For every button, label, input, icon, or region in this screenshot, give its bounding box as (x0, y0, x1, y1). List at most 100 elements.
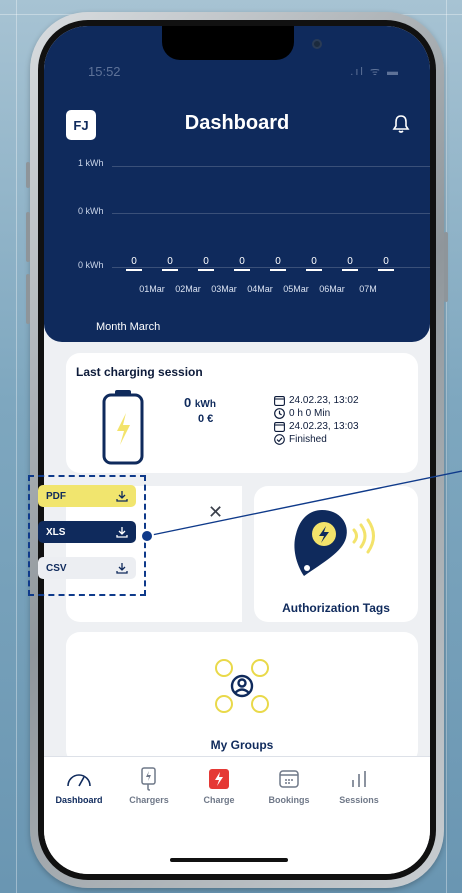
x-tick-label: 03Mar (211, 284, 237, 294)
bar (162, 269, 178, 271)
y-tick-label: 1 kWh (78, 158, 104, 168)
download-icon (116, 563, 128, 574)
start-time-row: 24.02.23, 13:02 (274, 395, 359, 406)
card-title: Last charging session (76, 365, 203, 379)
calendar-icon (274, 396, 285, 406)
bar-value-label: 0 (167, 256, 173, 267)
phone-frame: 15:52 .ıl ᯤ ▬ FJ Dashboard 1 kWh 0 kWh 0… (26, 12, 448, 888)
x-tick-label: 07M (359, 284, 377, 294)
tab-label: Charge (203, 795, 235, 805)
download-icon (116, 527, 128, 538)
bar-value-label: 0 (275, 256, 281, 267)
status-time: 15:52 (88, 64, 121, 79)
bottom-tab-bar: Dashboard Chargers Charge Bookings Sessi… (44, 756, 430, 874)
charger-icon (141, 767, 156, 791)
x-tick-label: 04Mar (247, 284, 273, 294)
button-label: XLS (46, 526, 66, 538)
bar (342, 269, 358, 271)
bar-value-label: 0 (203, 256, 209, 267)
tab-chargers[interactable]: Chargers (114, 767, 184, 805)
duration: 0 h 0 Min (289, 408, 331, 419)
export-xls-button[interactable]: XLS (38, 521, 136, 543)
grid-line (112, 267, 430, 268)
button-label: PDF (46, 490, 66, 502)
bar (378, 269, 394, 271)
my-groups-tile[interactable]: My Groups (66, 632, 418, 764)
x-tick-label: 01Mar (139, 284, 165, 294)
bar-value-label: 0 (311, 256, 317, 267)
bar-value-label: 0 (347, 256, 353, 267)
chart-month-label: Month March (96, 321, 161, 333)
camera-icon (312, 39, 322, 49)
tab-label: Bookings (268, 795, 310, 805)
tab-sessions[interactable]: Sessions (324, 767, 394, 805)
page-title: Dashboard (184, 112, 290, 134)
bar (234, 269, 250, 271)
bar-value-label: 0 (239, 256, 245, 267)
group-icon (215, 659, 269, 713)
tab-label: Dashboard (55, 795, 103, 805)
x-tick-label: 05Mar (283, 284, 309, 294)
bar-value-label: 0 (131, 256, 137, 267)
authorization-tags-tile[interactable]: Authorization Tags (254, 486, 418, 622)
export-csv-button[interactable]: CSV (38, 557, 136, 579)
tab-charge[interactable]: Charge (184, 767, 254, 805)
side-button (26, 162, 30, 188)
side-button (444, 232, 448, 302)
rfid-tag-icon (294, 510, 375, 576)
home-indicator (170, 858, 288, 862)
dashboard-header: 15:52 .ıl ᯤ ▬ FJ Dashboard 1 kWh 0 kWh 0… (44, 26, 430, 342)
y-tick-label: 0 kWh (78, 206, 104, 216)
close-icon[interactable]: ✕ (208, 502, 223, 523)
battery-icon (102, 390, 144, 465)
bar (198, 269, 214, 271)
button-label: CSV (46, 562, 67, 574)
x-tick-label: 06Mar (319, 284, 345, 294)
notch (162, 26, 322, 60)
calendar-icon (279, 770, 299, 788)
lightning-icon (209, 769, 229, 789)
calendar-icon (274, 422, 285, 432)
bar (126, 269, 142, 271)
end-time: 24.02.23, 13:03 (289, 421, 359, 432)
tab-label: Sessions (339, 795, 379, 805)
clock-icon (274, 408, 285, 419)
x-tick-label: 02Mar (175, 284, 201, 294)
background-line (16, 0, 17, 893)
start-time: 24.02.23, 13:02 (289, 395, 359, 406)
bar (306, 269, 322, 271)
bell-icon[interactable] (392, 114, 410, 134)
status-row: Finished (274, 434, 327, 445)
energy-unit: kWh (194, 399, 216, 410)
export-options-group: PDF XLS CSV (28, 475, 146, 596)
background-line (446, 0, 447, 893)
duration-row: 0 h 0 Min (274, 408, 330, 419)
check-circle-icon (274, 434, 285, 445)
energy-value: 0 (184, 395, 192, 410)
cost-value: 0 € (198, 413, 214, 425)
last-session-card[interactable]: Last charging session 0 kWh 0 € 24.02.23… (66, 353, 418, 473)
energy-readout: 0 kWh (184, 395, 216, 410)
callout-dot (140, 529, 154, 543)
side-button (26, 212, 30, 262)
tab-dashboard[interactable]: Dashboard (44, 767, 114, 805)
bar-value-label: 0 (383, 256, 389, 267)
grid-line (112, 213, 430, 214)
bar (270, 269, 286, 271)
tab-label: Chargers (129, 795, 169, 805)
bar-chart-icon (352, 771, 366, 787)
tile-label: Authorization Tags (282, 601, 390, 615)
tile-label: My Groups (210, 738, 274, 752)
export-pdf-button[interactable]: PDF (38, 485, 136, 507)
side-button (26, 274, 30, 324)
status-icons: .ıl ᯤ ▬ (350, 66, 400, 78)
end-time-row: 24.02.23, 13:03 (274, 421, 359, 432)
download-icon (116, 491, 128, 502)
y-tick-label: 0 kWh (78, 260, 104, 270)
session-status: Finished (289, 434, 327, 445)
speedometer-icon (67, 774, 91, 787)
phone-bezel: 15:52 .ıl ᯤ ▬ FJ Dashboard 1 kWh 0 kWh 0… (38, 20, 436, 880)
app-screen: 15:52 .ıl ᯤ ▬ FJ Dashboard 1 kWh 0 kWh 0… (44, 26, 430, 874)
tab-bookings[interactable]: Bookings (254, 767, 324, 805)
grid-line (112, 166, 430, 167)
